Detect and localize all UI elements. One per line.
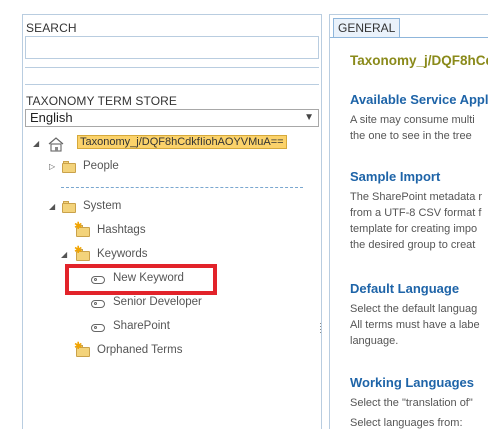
taxonomy-tree-panel: SEARCH TAXONOMY TERM STORE English ▼ ◢ T… bbox=[22, 14, 322, 429]
tree-node-sharepoint-label[interactable]: SharePoint bbox=[113, 320, 170, 332]
search-label: SEARCH bbox=[26, 21, 77, 35]
tab-general[interactable]: GENERAL bbox=[333, 18, 401, 38]
folder-icon bbox=[61, 199, 79, 215]
highlight-annotation bbox=[65, 264, 217, 295]
home-icon bbox=[47, 136, 65, 152]
expand-triangle-icon[interactable]: ◢ bbox=[49, 202, 55, 211]
default-language-text-1: Select the default languag bbox=[350, 303, 478, 315]
tree-node-root-label[interactable]: Taxonomy_j/DQF8hCdkfIiohAOYVMuA== bbox=[77, 135, 287, 149]
tree-node-keywords-label[interactable]: Keywords bbox=[97, 248, 148, 260]
working-languages-text-2: Select languages from: bbox=[350, 417, 463, 429]
term-set-icon: ✱ bbox=[74, 221, 93, 239]
sample-import-text-1: The SharePoint metadata r bbox=[350, 191, 483, 203]
tree-node-system-label[interactable]: System bbox=[83, 200, 121, 212]
sample-import-text-3: template for creating impo bbox=[350, 223, 478, 235]
tab-underline bbox=[330, 37, 488, 38]
tree-node-hashtags[interactable]: ✱ Hashtags bbox=[63, 221, 263, 241]
search-input[interactable] bbox=[25, 36, 319, 59]
available-service-text-2: the one to see in the tree bbox=[350, 130, 472, 142]
available-service-heading: Available Service Appl bbox=[350, 92, 488, 107]
default-language-text-3: language. bbox=[350, 335, 399, 347]
tree-node-people[interactable]: ▷ People bbox=[49, 159, 249, 177]
tag-icon bbox=[89, 319, 107, 335]
default-language-heading: Default Language bbox=[350, 281, 460, 296]
working-languages-heading: Working Languages bbox=[350, 375, 474, 390]
tree-node-hashtags-label[interactable]: Hashtags bbox=[97, 224, 146, 236]
search-divider bbox=[25, 67, 319, 85]
working-languages-text-1: Select the "translation of" bbox=[350, 397, 473, 409]
expand-triangle-icon[interactable]: ◢ bbox=[33, 139, 39, 148]
tree-node-orphaned-terms-label[interactable]: Orphaned Terms bbox=[97, 344, 182, 356]
term-store-label: TAXONOMY TERM STORE bbox=[26, 94, 178, 108]
term-set-icon: ✱ bbox=[74, 341, 93, 359]
tree-separator bbox=[61, 187, 303, 188]
language-select[interactable]: English ▼ bbox=[25, 109, 319, 127]
tree-node-system[interactable]: ◢ System bbox=[49, 199, 249, 217]
tree-node-senior-developer-label[interactable]: Senior Developer bbox=[113, 296, 202, 308]
tree-node-senior-developer[interactable]: Senior Developer bbox=[89, 295, 229, 313]
tree-node-sharepoint[interactable]: SharePoint bbox=[89, 319, 229, 337]
tree-node-people-label[interactable]: People bbox=[83, 160, 119, 172]
properties-panel: GENERAL Taxonomy_j/DQF8hCdkf Available S… bbox=[329, 14, 488, 429]
sample-import-text-2: from a UTF-8 CSV format f bbox=[350, 207, 482, 219]
tree-node-keywords[interactable]: ◢ ✱ Keywords bbox=[61, 245, 261, 265]
sample-import-text-4: the desired group to creat bbox=[350, 239, 476, 251]
chevron-down-icon[interactable]: ▼ bbox=[304, 110, 314, 126]
term-set-icon: ✱ bbox=[74, 245, 93, 263]
tag-icon bbox=[89, 295, 107, 311]
language-select-value: English bbox=[30, 110, 73, 125]
tree-node-orphaned-terms[interactable]: ✱ Orphaned Terms bbox=[74, 341, 235, 361]
panel-splitter-handle[interactable]: · · · · bbox=[319, 319, 323, 337]
tree-node-root[interactable]: ◢ Taxonomy_j/DQF8hCdkfIiohAOYVMuA== bbox=[33, 135, 303, 154]
folder-icon bbox=[61, 159, 79, 175]
available-service-text-1: A site may consume multi bbox=[350, 114, 475, 126]
sample-import-heading[interactable]: Sample Import bbox=[350, 169, 440, 184]
default-language-text-2: All terms must have a labe bbox=[350, 319, 480, 331]
expand-triangle-icon[interactable]: ◢ bbox=[61, 250, 67, 259]
term-store-title: Taxonomy_j/DQF8hCdkf bbox=[350, 53, 488, 68]
collapsed-triangle-icon[interactable]: ▷ bbox=[49, 162, 55, 171]
